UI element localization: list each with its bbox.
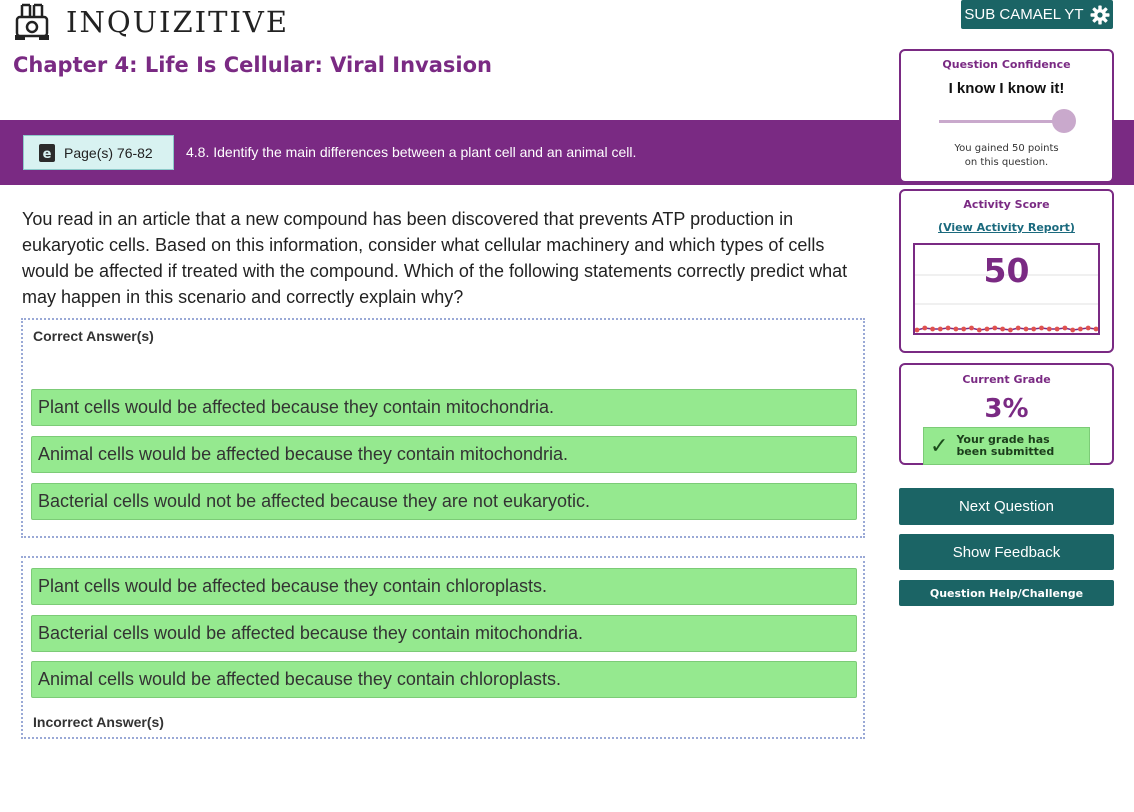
current-grade-title: Current Grade	[962, 373, 1051, 386]
incorrect-answer-item: Animal cells would be affected because t…	[31, 661, 857, 698]
score-point	[984, 326, 990, 332]
points-gained-line-1: You gained 50 points	[954, 143, 1059, 154]
score-point	[976, 327, 982, 333]
points-gained-note: You gained 50 points on this question.	[901, 142, 1112, 170]
inquizitive-logo: INQUIZITIVE	[12, 2, 289, 42]
score-point	[1078, 326, 1083, 332]
confidence-slider-thumb[interactable]	[1052, 109, 1076, 133]
incorrect-answer-item: Bacterial cells would be affected becaus…	[31, 615, 857, 652]
score-point	[1023, 326, 1029, 332]
logo-text: INQUIZITIVE	[66, 5, 290, 39]
confidence-value: I know I know it!	[948, 80, 1065, 97]
score-point	[1031, 326, 1037, 332]
score-point	[1085, 325, 1091, 331]
score-point	[961, 326, 967, 332]
check-icon: ✓	[930, 433, 949, 459]
grade-submitted-text: Your grade has been submitted	[956, 433, 1055, 458]
learning-objective: 4.8. Identify the main differences betwe…	[186, 144, 637, 160]
score-point	[992, 325, 998, 331]
current-grade-panel: Current Grade 3% ✓ Your grade has been su…	[899, 363, 1114, 465]
activity-score-value: 50	[983, 251, 1030, 290]
activity-score-title: Activity Score	[963, 198, 1050, 211]
gear-icon	[1090, 5, 1110, 24]
score-point	[953, 326, 959, 332]
chapter-title: Chapter 4: Life Is Cellular: Viral Invas…	[13, 53, 492, 77]
user-menu-button[interactable]: SUB CAMAEL YT	[961, 0, 1113, 29]
bunny-logo-icon	[15, 3, 49, 40]
incorrect-answers-label: Incorrect Answer(s)	[33, 714, 164, 730]
confidence-slider-track	[939, 120, 1065, 123]
correct-answer-item: Plant cells would be affected because th…	[31, 389, 857, 426]
score-point	[969, 325, 974, 331]
score-point	[937, 326, 943, 332]
confidence-title: Question Confidence	[942, 58, 1071, 71]
activity-score-chart: 50	[913, 243, 1100, 335]
score-point	[945, 325, 951, 331]
score-point	[922, 325, 928, 331]
grade-submitted-badge: ✓ Your grade has been submitted	[923, 427, 1090, 465]
current-grade-value: 3%	[984, 394, 1029, 424]
score-point	[1008, 327, 1013, 333]
score-point	[1039, 325, 1044, 331]
question-confidence-panel: Question Confidence I know I know it! Yo…	[899, 49, 1114, 183]
incorrect-answers-box: Plant cells would be affected because th…	[21, 556, 865, 739]
score-point	[1054, 326, 1060, 332]
correct-answers-label: Correct Answer(s)	[33, 328, 154, 344]
view-activity-report-link[interactable]: (View Activity Report)	[901, 221, 1112, 234]
svg-text:e: e	[43, 147, 52, 162]
next-question-button[interactable]: Next Question	[899, 488, 1114, 525]
score-point	[1046, 326, 1052, 332]
score-point	[1070, 327, 1076, 333]
question-help-button[interactable]: Question Help/Challenge	[899, 580, 1114, 606]
pages-button[interactable]: e Page(s) 76-82	[23, 135, 174, 170]
score-point	[1062, 325, 1068, 331]
ebook-icon: e	[39, 143, 55, 162]
incorrect-answer-item: Plant cells would be affected because th…	[31, 568, 857, 605]
correct-answer-item: Bacterial cells would not be affected be…	[31, 483, 857, 520]
score-point	[1015, 325, 1021, 331]
score-point	[1000, 326, 1005, 332]
user-name: SUB CAMAEL YT	[964, 6, 1084, 23]
correct-answers-box: Correct Answer(s) Plant cells would be a…	[21, 318, 865, 538]
show-feedback-button[interactable]: Show Feedback	[899, 534, 1114, 570]
score-point	[1093, 326, 1099, 332]
score-point	[914, 327, 920, 333]
question-text: You read in an article that a new compou…	[22, 209, 848, 307]
pages-label: Page(s) 76-82	[64, 144, 153, 161]
score-point	[930, 326, 935, 332]
correct-answer-item: Animal cells would be affected because t…	[31, 436, 857, 473]
activity-score-panel: Activity Score (View Activity Report) 50	[899, 189, 1114, 353]
points-gained-line-2: on this question.	[964, 157, 1049, 168]
